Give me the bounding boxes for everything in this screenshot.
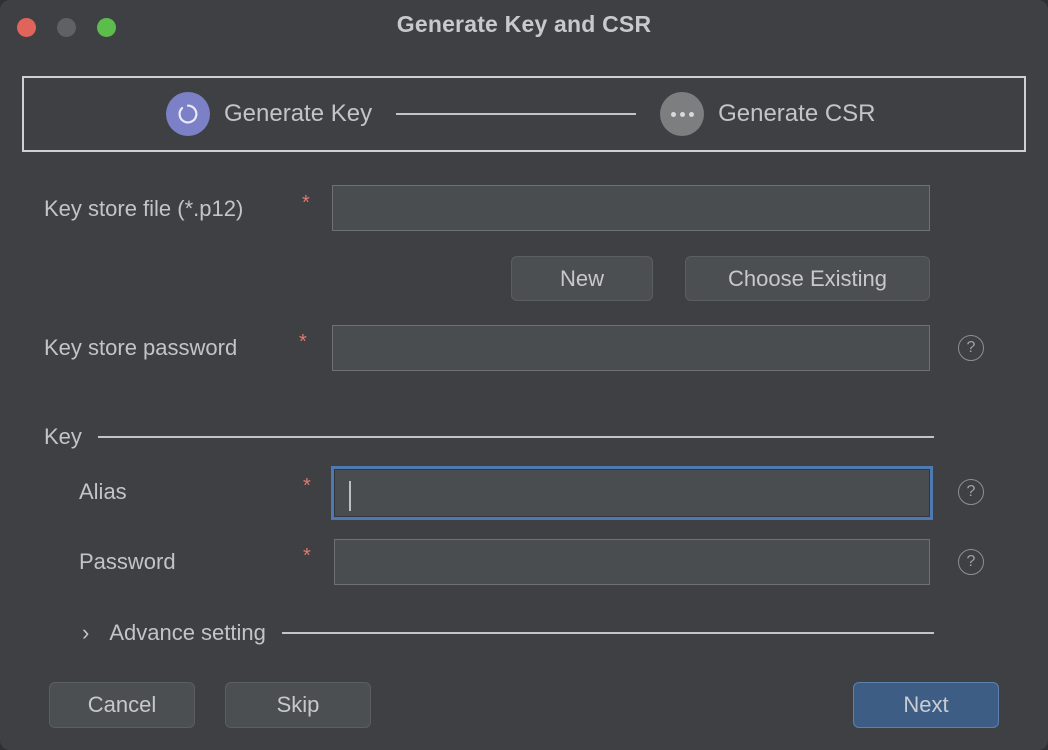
step-generate-csr[interactable]: Generate CSR	[660, 92, 876, 136]
new-keystore-button[interactable]: New	[511, 256, 653, 301]
wizard-stepper: Generate Key Generate CSR	[22, 76, 1026, 152]
window-title: Generate Key and CSR	[396, 11, 652, 37]
keystore-password-label: Key store password	[44, 335, 238, 360]
key-password-required-marker: *	[303, 545, 311, 567]
step-generate-key[interactable]: Generate Key	[166, 92, 372, 136]
next-button[interactable]: Next	[853, 682, 999, 728]
chevron-right-icon: ›	[82, 620, 90, 645]
step-generate-key-label: Generate Key	[224, 100, 373, 127]
keystore-password-input[interactable]	[332, 325, 930, 371]
key-password-input[interactable]	[334, 539, 930, 585]
alias-input[interactable]	[331, 466, 933, 520]
step-connector	[396, 113, 637, 115]
alias-required-marker: *	[303, 475, 311, 497]
choose-existing-keystore-button[interactable]: Choose Existing	[685, 256, 930, 301]
ellipsis-icon	[660, 92, 705, 136]
dialog-window: Generate Key and CSR Generate Key Genera…	[0, 0, 1048, 750]
keystore-password-required-marker: *	[299, 331, 307, 353]
key-password-help-icon[interactable]: ?	[958, 549, 984, 575]
step-generate-csr-label: Generate CSR	[718, 100, 876, 127]
key-section-title: Key	[44, 424, 82, 449]
title-bar: Generate Key and CSR	[0, 0, 1048, 56]
key-section-header: Key	[44, 424, 934, 450]
key-password-label-group: Password *	[79, 545, 311, 575]
keystore-file-label-group: Key store file (*.p12) *	[44, 192, 310, 222]
alias-text-caret	[349, 481, 351, 511]
keystore-file-required-marker: *	[302, 192, 310, 214]
alias-label-group: Alias *	[79, 475, 311, 505]
keystore-file-input[interactable]	[332, 185, 930, 231]
advance-setting-toggle[interactable]: › Advance setting	[82, 620, 934, 646]
alias-label: Alias	[79, 479, 127, 504]
advance-setting-rule	[281, 632, 934, 634]
keystore-password-label-group: Key store password *	[44, 331, 307, 361]
skip-button[interactable]: Skip	[225, 682, 371, 728]
spinner-ring-icon	[166, 92, 210, 136]
key-password-label: Password	[79, 549, 176, 574]
keystore-file-label: Key store file (*.p12)	[44, 196, 244, 221]
advance-setting-label: Advance setting	[109, 620, 266, 645]
key-section-rule	[97, 436, 934, 438]
keystore-password-help-icon[interactable]: ?	[958, 335, 984, 361]
cancel-button[interactable]: Cancel	[49, 682, 195, 728]
alias-help-icon[interactable]: ?	[958, 479, 984, 505]
